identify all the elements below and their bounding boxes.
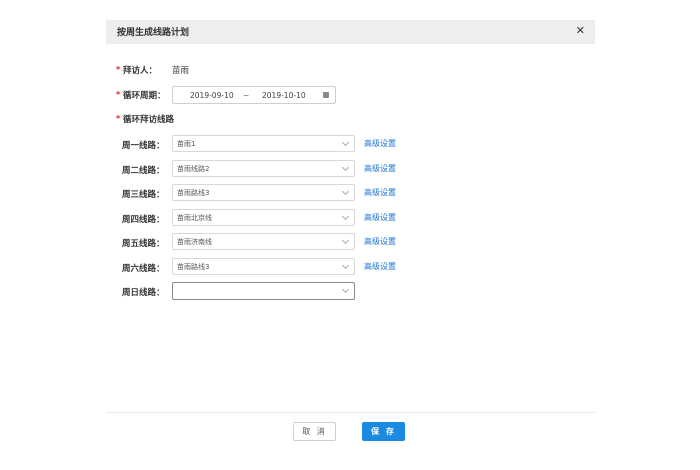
friday-route-value: 苗雨济南线 — [177, 238, 212, 246]
date-separator: ~ — [243, 91, 250, 100]
monday-route-label: 周一线路： — [122, 141, 165, 151]
monday-route-select[interactable]: 苗雨1 — [172, 135, 355, 152]
thursday-route-select[interactable]: 苗雨北京线 — [172, 209, 355, 226]
date-range-picker[interactable]: 2019-09-10 ~ 2019-10-10 — [172, 86, 336, 104]
visitor-value: 苗雨 — [172, 66, 190, 76]
sunday-route-label: 周日线路： — [122, 288, 165, 298]
chevron-down-icon — [341, 261, 350, 270]
wednesday-route-label: 周三线路： — [122, 190, 165, 200]
save-button[interactable]: 保 存 — [362, 422, 405, 441]
cycle-label: 循环周期： — [123, 91, 166, 101]
footer-divider — [106, 412, 595, 413]
routes-section-label: 循环拜访线路 — [123, 115, 175, 125]
thursday-route-value: 苗雨北京线 — [177, 214, 212, 222]
required-marker-visitor: * — [116, 65, 121, 74]
friday-route-label: 周五线路： — [122, 239, 165, 249]
chevron-down-icon — [341, 138, 350, 147]
thursday-route-label: 周四线路： — [122, 215, 165, 225]
thursday-advanced-settings-link[interactable]: 高级设置 — [364, 212, 396, 223]
dialog-header: 按周生成线路计划 ✕ — [106, 20, 595, 44]
tuesday-route-value: 苗雨线路2 — [177, 165, 210, 173]
wednesday-advanced-settings-link[interactable]: 高级设置 — [364, 187, 396, 198]
required-marker-routes: * — [116, 114, 121, 123]
route-plan-dialog: 按周生成线路计划 ✕ * 拜访人： 苗雨 * 循环周期： 2019-09-10 … — [106, 20, 595, 450]
calendar-icon[interactable] — [323, 92, 329, 98]
cancel-button[interactable]: 取 消 — [293, 422, 336, 441]
chevron-down-icon — [341, 285, 350, 294]
saturday-route-select[interactable]: 苗雨路线3 — [172, 258, 355, 275]
monday-route-value: 苗雨1 — [177, 140, 196, 148]
friday-route-select[interactable]: 苗雨济南线 — [172, 233, 355, 250]
chevron-down-icon — [341, 236, 350, 245]
sunday-route-select[interactable] — [172, 282, 355, 300]
wednesday-route-value: 苗雨路线3 — [177, 189, 210, 197]
saturday-advanced-settings-link[interactable]: 高级设置 — [364, 261, 396, 272]
chevron-down-icon — [341, 187, 350, 196]
saturday-route-label: 周六线路： — [122, 264, 165, 274]
required-marker-cycle: * — [116, 90, 121, 99]
chevron-down-icon — [341, 163, 350, 172]
tuesday-route-select[interactable]: 苗雨线路2 — [172, 160, 355, 177]
end-date[interactable]: 2019-10-10 — [262, 91, 306, 100]
tuesday-advanced-settings-link[interactable]: 高级设置 — [364, 163, 396, 174]
visitor-label: 拜访人： — [123, 66, 158, 76]
monday-advanced-settings-link[interactable]: 高级设置 — [364, 138, 396, 149]
start-date[interactable]: 2019-09-10 — [190, 91, 234, 100]
dialog-title: 按周生成线路计划 — [117, 28, 190, 38]
friday-advanced-settings-link[interactable]: 高级设置 — [364, 236, 396, 247]
chevron-down-icon — [341, 212, 350, 221]
wednesday-route-select[interactable]: 苗雨路线3 — [172, 184, 355, 201]
saturday-route-value: 苗雨路线3 — [177, 263, 210, 271]
tuesday-route-label: 周二线路： — [122, 166, 165, 176]
close-icon[interactable]: ✕ — [576, 24, 585, 38]
